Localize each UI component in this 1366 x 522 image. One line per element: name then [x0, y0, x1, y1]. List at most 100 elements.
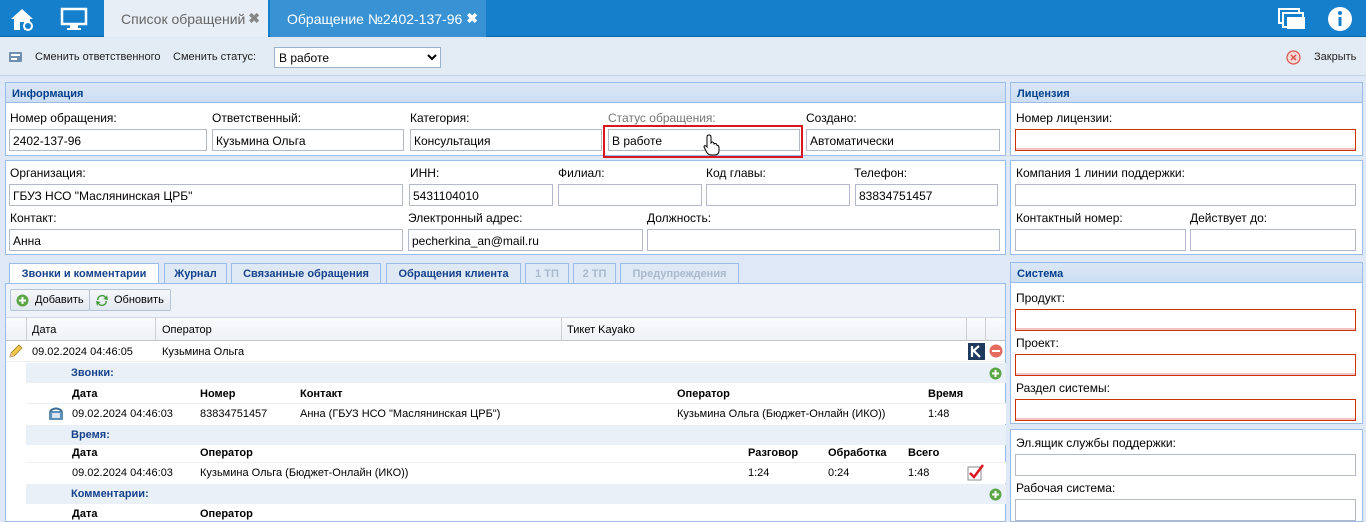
company-label: Компания 1 линии поддержки:: [1016, 166, 1185, 180]
grid-header-divider: [985, 317, 986, 341]
company-field[interactable]: [1015, 184, 1356, 206]
position-field[interactable]: [647, 229, 1000, 251]
row-date: 09.02.2024 04:46:05: [32, 346, 133, 358]
contact-number-label: Контактный номер:: [1016, 211, 1123, 225]
change-responsible-icon: [8, 50, 23, 67]
change-status-label: Сменить статус:: [173, 51, 257, 63]
product-label: Продукт:: [1016, 291, 1065, 305]
subtab-tp1[interactable]: 1 ТП: [525, 263, 569, 283]
add-icon: [16, 294, 29, 310]
phone-field[interactable]: 83834751457: [855, 184, 998, 206]
time-total: 1:48: [908, 467, 930, 479]
time-h-talk: Разговор: [748, 447, 799, 459]
refresh-icon: [94, 293, 110, 311]
info-panel-title: Информация: [6, 83, 1005, 103]
contact-number-field[interactable]: [1015, 229, 1186, 251]
pencil-icon[interactable]: [8, 343, 24, 362]
org-field[interactable]: ГБУЗ НСО "Маслянинская ЦРБ": [9, 184, 403, 206]
add-call-icon[interactable]: [989, 367, 1002, 383]
close-icon[interactable]: [1286, 50, 1301, 68]
contact-label: Контакт:: [10, 211, 57, 225]
col-date[interactable]: Дата: [32, 324, 56, 336]
email-field[interactable]: pecherkina_an@mail.ru: [408, 229, 643, 251]
phone-icon: [48, 406, 64, 424]
category-label: Категория:: [410, 111, 470, 125]
branch-field[interactable]: [558, 184, 702, 206]
valid-until-label: Действует до:: [1190, 211, 1268, 225]
license-number-field[interactable]: [1015, 129, 1356, 151]
position-label: Должность:: [647, 211, 712, 225]
close-tab-icon[interactable]: ✖: [466, 10, 478, 27]
subtab-client-requests[interactable]: Обращения клиента: [386, 263, 521, 283]
change-responsible-button[interactable]: Сменить ответственного: [35, 51, 161, 63]
add-button[interactable]: Добавить: [10, 289, 90, 311]
top-bar: Список обращений ✖ Обращение №2402-137-9…: [0, 0, 1366, 37]
support-email-field[interactable]: [1015, 454, 1356, 476]
branch-label: Филиал:: [558, 166, 605, 180]
time-talk: 1:24: [748, 467, 770, 479]
col-operator[interactable]: Оператор: [162, 324, 212, 336]
created-field[interactable]: Автоматически: [806, 129, 1000, 151]
org-label: Организация:: [10, 166, 86, 180]
calls-h-operator: Оператор: [677, 388, 730, 400]
refresh-button-label: Обновить: [114, 294, 164, 306]
time-operator: Кузьмина Ольга (Бюджет-Онлайн (ИКО)): [200, 467, 409, 479]
time-process: 0:24: [828, 467, 850, 479]
request-number-field[interactable]: 2402-137-96: [9, 129, 207, 151]
email-label: Электронный адрес:: [408, 211, 523, 225]
project-label: Проект:: [1016, 336, 1059, 350]
subtab-journal[interactable]: Журнал: [164, 263, 227, 283]
refresh-button[interactable]: Обновить: [89, 289, 171, 311]
system-section-field[interactable]: [1015, 399, 1356, 421]
hand-cursor-icon: [702, 134, 720, 159]
created-label: Создано:: [806, 111, 857, 125]
add-button-label: Добавить: [35, 294, 84, 306]
contact-field[interactable]: Анна: [9, 229, 403, 251]
grid-header-divider: [561, 317, 562, 341]
close-tab-icon[interactable]: ✖: [248, 10, 260, 27]
call-operator: Кузьмина Ольга (Бюджет-Онлайн (ИКО)): [677, 408, 886, 420]
add-comment-icon[interactable]: [989, 488, 1002, 504]
list-item[interactable]: [26, 462, 1006, 483]
home-icon[interactable]: [0, 0, 44, 37]
grid-header-divider: [26, 317, 27, 341]
time-h-process: Обработка: [828, 447, 887, 459]
category-field[interactable]: Консультация: [410, 129, 602, 151]
table-row[interactable]: [6, 341, 1005, 362]
calls-h-number: Номер: [200, 388, 236, 400]
subtab-warnings[interactable]: Предупреждения: [620, 263, 739, 283]
row-operator: Кузьмина Ольга: [162, 346, 245, 358]
code-field[interactable]: [706, 184, 850, 206]
close-button[interactable]: Закрыть: [1314, 51, 1356, 63]
inn-field[interactable]: 5431104010: [409, 184, 553, 206]
info-icon[interactable]: [1318, 0, 1362, 37]
tab-request-detail[interactable]: Обращение №2402-137-96 ✖: [270, 0, 486, 37]
tab-request-list-label: Список обращений: [121, 10, 246, 27]
call-time: 1:48: [928, 408, 950, 420]
work-system-field[interactable]: [1015, 499, 1356, 521]
comments-section-title: Комментарии:: [26, 484, 1006, 504]
valid-until-field[interactable]: [1190, 229, 1356, 251]
work-system-label: Рабочая система:: [1016, 481, 1116, 495]
windows-icon[interactable]: [1270, 0, 1314, 37]
subtab-tp2[interactable]: 2 ТП: [573, 263, 616, 283]
product-field[interactable]: [1015, 309, 1356, 331]
monitor-icon[interactable]: [52, 0, 96, 37]
call-contact: Анна (ГБУЗ НСО "Маслянинская ЦРБ"): [300, 408, 501, 420]
col-ticket[interactable]: Тикет Kayako: [567, 324, 635, 336]
subtab-calls-comments[interactable]: Звонки и комментарии: [9, 263, 159, 284]
toolbar: Сменить ответственного Сменить статус: В…: [0, 38, 1366, 76]
checkbox-checked-icon[interactable]: [967, 464, 984, 484]
responsible-field[interactable]: Кузьмина Ольга: [212, 129, 404, 151]
grid-header-divider: [966, 317, 967, 341]
comments-h-date: Дата: [72, 508, 98, 520]
subtab-related[interactable]: Связанные обращения: [231, 263, 381, 283]
delete-icon[interactable]: [989, 344, 1003, 361]
status-select[interactable]: В работе: [274, 47, 441, 68]
project-field[interactable]: [1015, 354, 1356, 376]
kayako-icon[interactable]: [968, 343, 985, 363]
code-label: Код главы:: [706, 166, 766, 180]
calls-h-contact: Контакт: [300, 388, 343, 400]
tab-request-list[interactable]: Список обращений ✖: [104, 0, 268, 37]
phone-label: Телефон:: [854, 166, 908, 180]
